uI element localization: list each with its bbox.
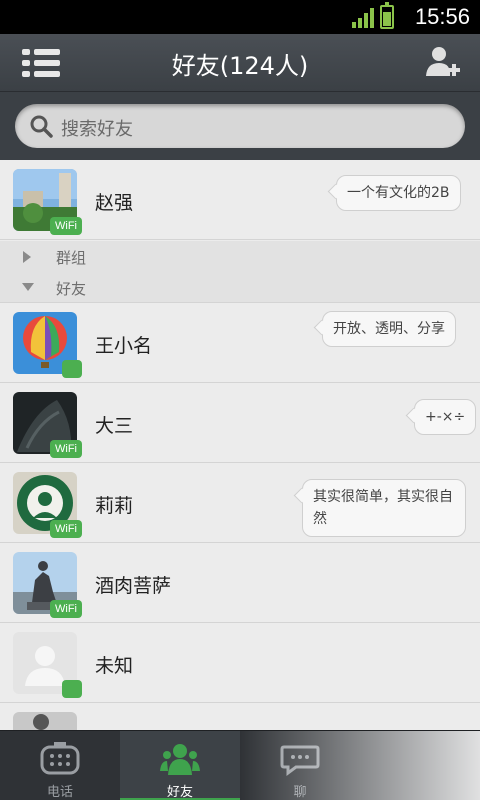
search-icon bbox=[30, 115, 53, 138]
contact-row[interactable]: WiFi 赵强 一个有文化的2B bbox=[0, 160, 480, 240]
status-bubble: +-×÷ bbox=[414, 399, 477, 435]
group-header-friends[interactable]: 好友 bbox=[0, 272, 480, 303]
expanded-arrow-icon bbox=[22, 283, 34, 291]
group-label: 好友 bbox=[56, 280, 87, 298]
friend-list[interactable]: WiFi 赵强 一个有文化的2B 群组 好友 王小名 开放、透明、分享 WiFi… bbox=[0, 160, 480, 730]
wifi-badge: WiFi bbox=[50, 440, 82, 458]
watermark-overlay bbox=[240, 731, 480, 800]
status-bar: 15:56 bbox=[0, 0, 480, 34]
contact-row[interactable]: WiFi 莉莉 其实很简单，其实很自然 bbox=[0, 463, 480, 543]
contact-row[interactable]: WiFi 酒肉菩萨 bbox=[0, 543, 480, 623]
online-badge bbox=[62, 360, 82, 378]
search-placeholder: 搜索好友 bbox=[61, 119, 133, 140]
battery-icon bbox=[380, 2, 394, 29]
signal-icon bbox=[352, 8, 374, 28]
phone-keypad-icon bbox=[40, 742, 80, 775]
status-bubble: 开放、透明、分享 bbox=[322, 311, 456, 347]
contact-name: 大三 bbox=[95, 415, 134, 437]
status-bubble: 其实很简单，其实很自然 bbox=[302, 479, 466, 537]
friends-icon bbox=[160, 744, 200, 775]
tab-phone[interactable]: 电话 bbox=[0, 731, 120, 800]
contact-row[interactable]: 未知 bbox=[0, 623, 480, 703]
tab-friends[interactable]: 好友 bbox=[120, 731, 240, 800]
page-title: 好友(124人) bbox=[171, 52, 309, 80]
clock: 15:56 bbox=[414, 4, 470, 29]
search-bar: 搜索好友 bbox=[0, 92, 480, 160]
search-input[interactable]: 搜索好友 bbox=[15, 104, 465, 148]
wifi-badge: WiFi bbox=[50, 600, 82, 618]
collapsed-arrow-icon bbox=[23, 251, 31, 263]
contact-name: 未知 bbox=[95, 655, 134, 677]
wifi-badge: WiFi bbox=[50, 217, 82, 235]
contact-row[interactable] bbox=[0, 703, 480, 730]
status-bubble: 一个有文化的2B bbox=[336, 175, 461, 211]
contact-name: 王小名 bbox=[95, 335, 153, 357]
online-badge bbox=[62, 680, 82, 698]
add-friend-icon[interactable] bbox=[424, 44, 460, 82]
top-bar: 好友(124人) bbox=[0, 34, 480, 92]
bottom-tab-bar: 电话 好友 聊 bbox=[0, 730, 480, 800]
contact-row[interactable]: 王小名 开放、透明、分享 bbox=[0, 303, 480, 383]
tab-label: 电话 bbox=[46, 785, 73, 800]
avatar bbox=[13, 712, 77, 730]
contact-name: 莉莉 bbox=[95, 495, 134, 517]
contact-name: 赵强 bbox=[95, 192, 134, 214]
group-label: 群组 bbox=[56, 249, 87, 267]
contact-row[interactable]: WiFi 大三 +-×÷ bbox=[0, 383, 480, 463]
group-header-groups[interactable]: 群组 bbox=[0, 241, 480, 272]
contact-name: 酒肉菩萨 bbox=[95, 575, 172, 597]
wifi-badge: WiFi bbox=[50, 520, 82, 538]
tab-label: 好友 bbox=[166, 785, 193, 800]
